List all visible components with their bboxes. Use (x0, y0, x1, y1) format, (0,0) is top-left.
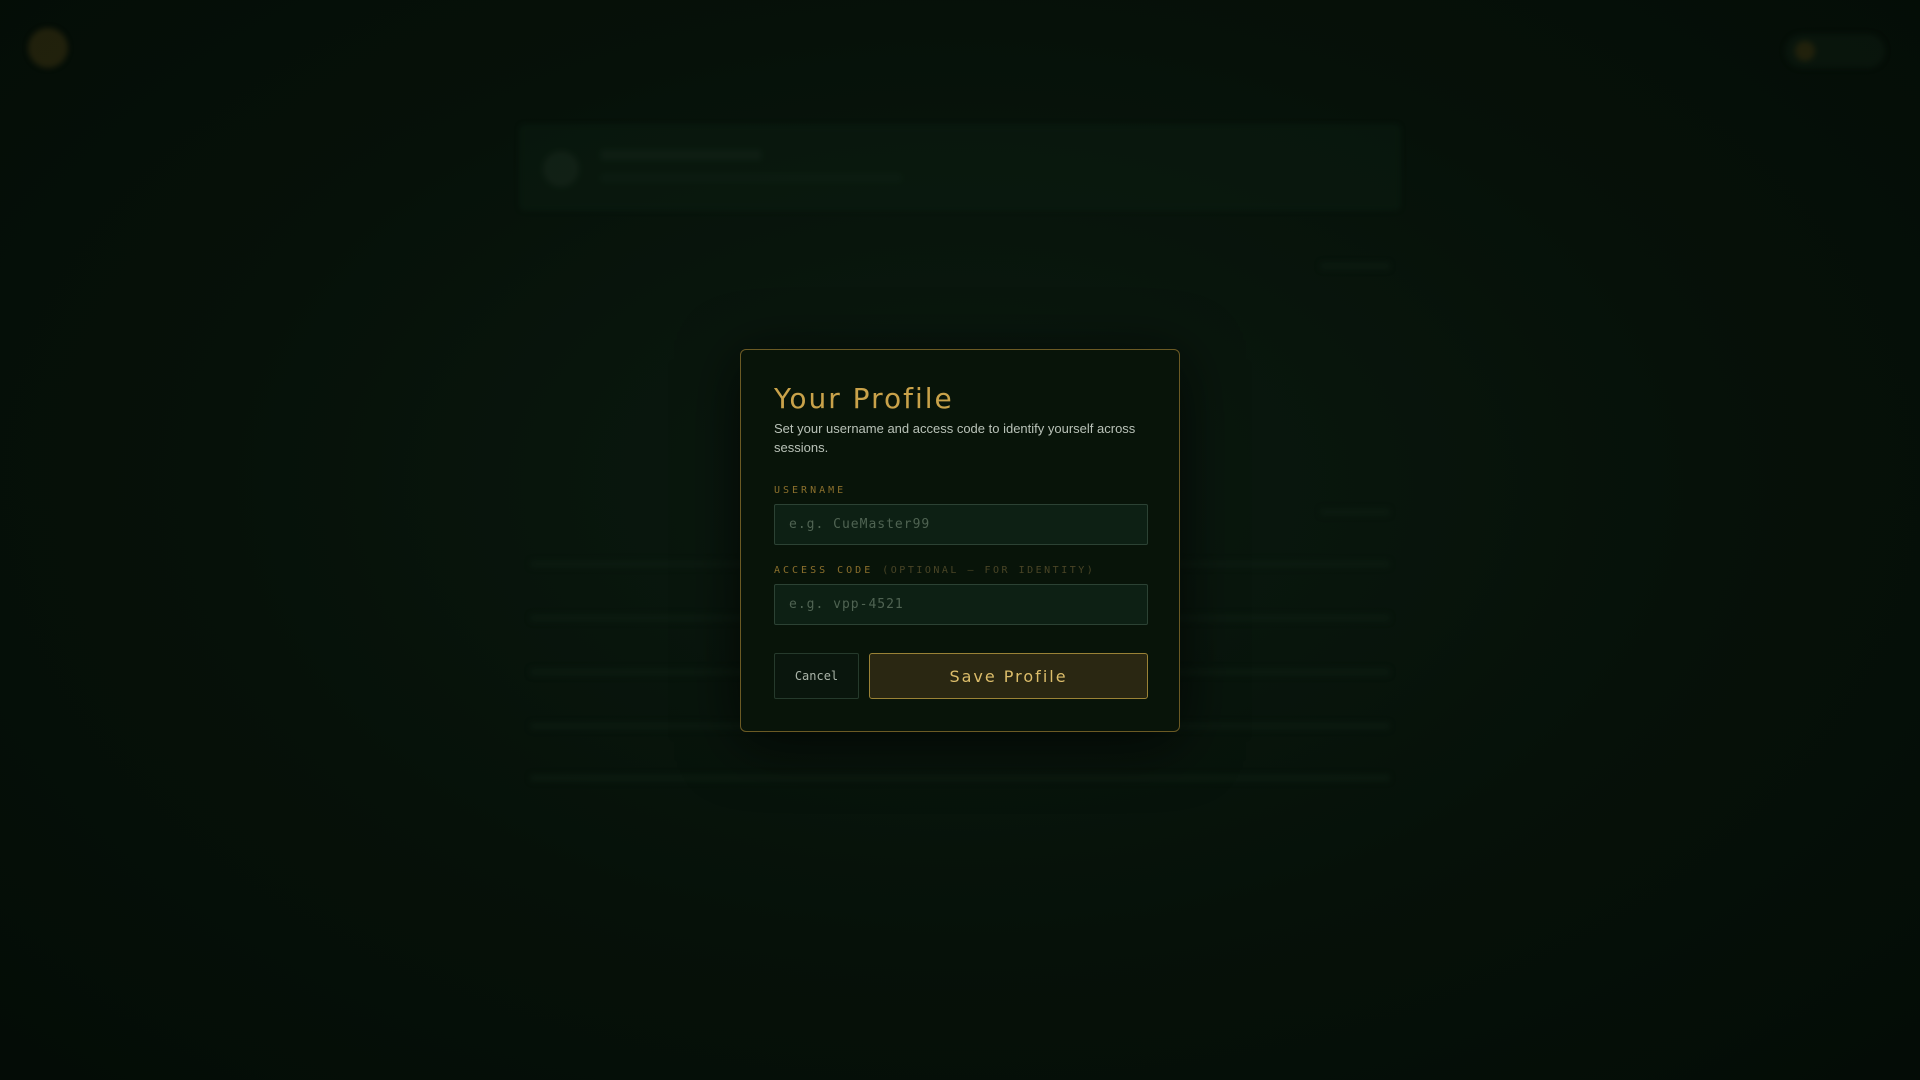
background-row (530, 774, 1390, 782)
background-line (1320, 508, 1390, 516)
background-line (1320, 262, 1390, 270)
logo-icon (28, 28, 68, 68)
save-profile-button[interactable]: Save Profile (869, 653, 1148, 699)
banner-line (601, 174, 901, 182)
dialog-title: Your Profile (774, 382, 954, 415)
background-banner (520, 125, 1400, 210)
access-code-label: ACCESS CODE (OPTIONAL — FOR IDENTITY) (774, 565, 1095, 576)
username-input[interactable] (774, 504, 1148, 545)
banner-icon (543, 151, 579, 187)
user-menu-button (1785, 34, 1885, 68)
profile-dialog: Your Profile Set your username and acces… (740, 349, 1180, 732)
avatar-icon (1795, 41, 1815, 61)
page-backdrop: Your Profile Set your username and acces… (0, 0, 1920, 1080)
access-code-hint: (OPTIONAL — FOR IDENTITY) (882, 565, 1096, 576)
access-code-input[interactable] (774, 584, 1148, 625)
cancel-button[interactable]: Cancel (774, 653, 859, 699)
banner-line (601, 150, 761, 160)
dialog-description: Set your username and access code to ide… (774, 421, 1136, 455)
username-label: USERNAME (774, 485, 847, 496)
access-code-label-text: ACCESS CODE (774, 565, 874, 576)
top-bar (0, 0, 1920, 92)
